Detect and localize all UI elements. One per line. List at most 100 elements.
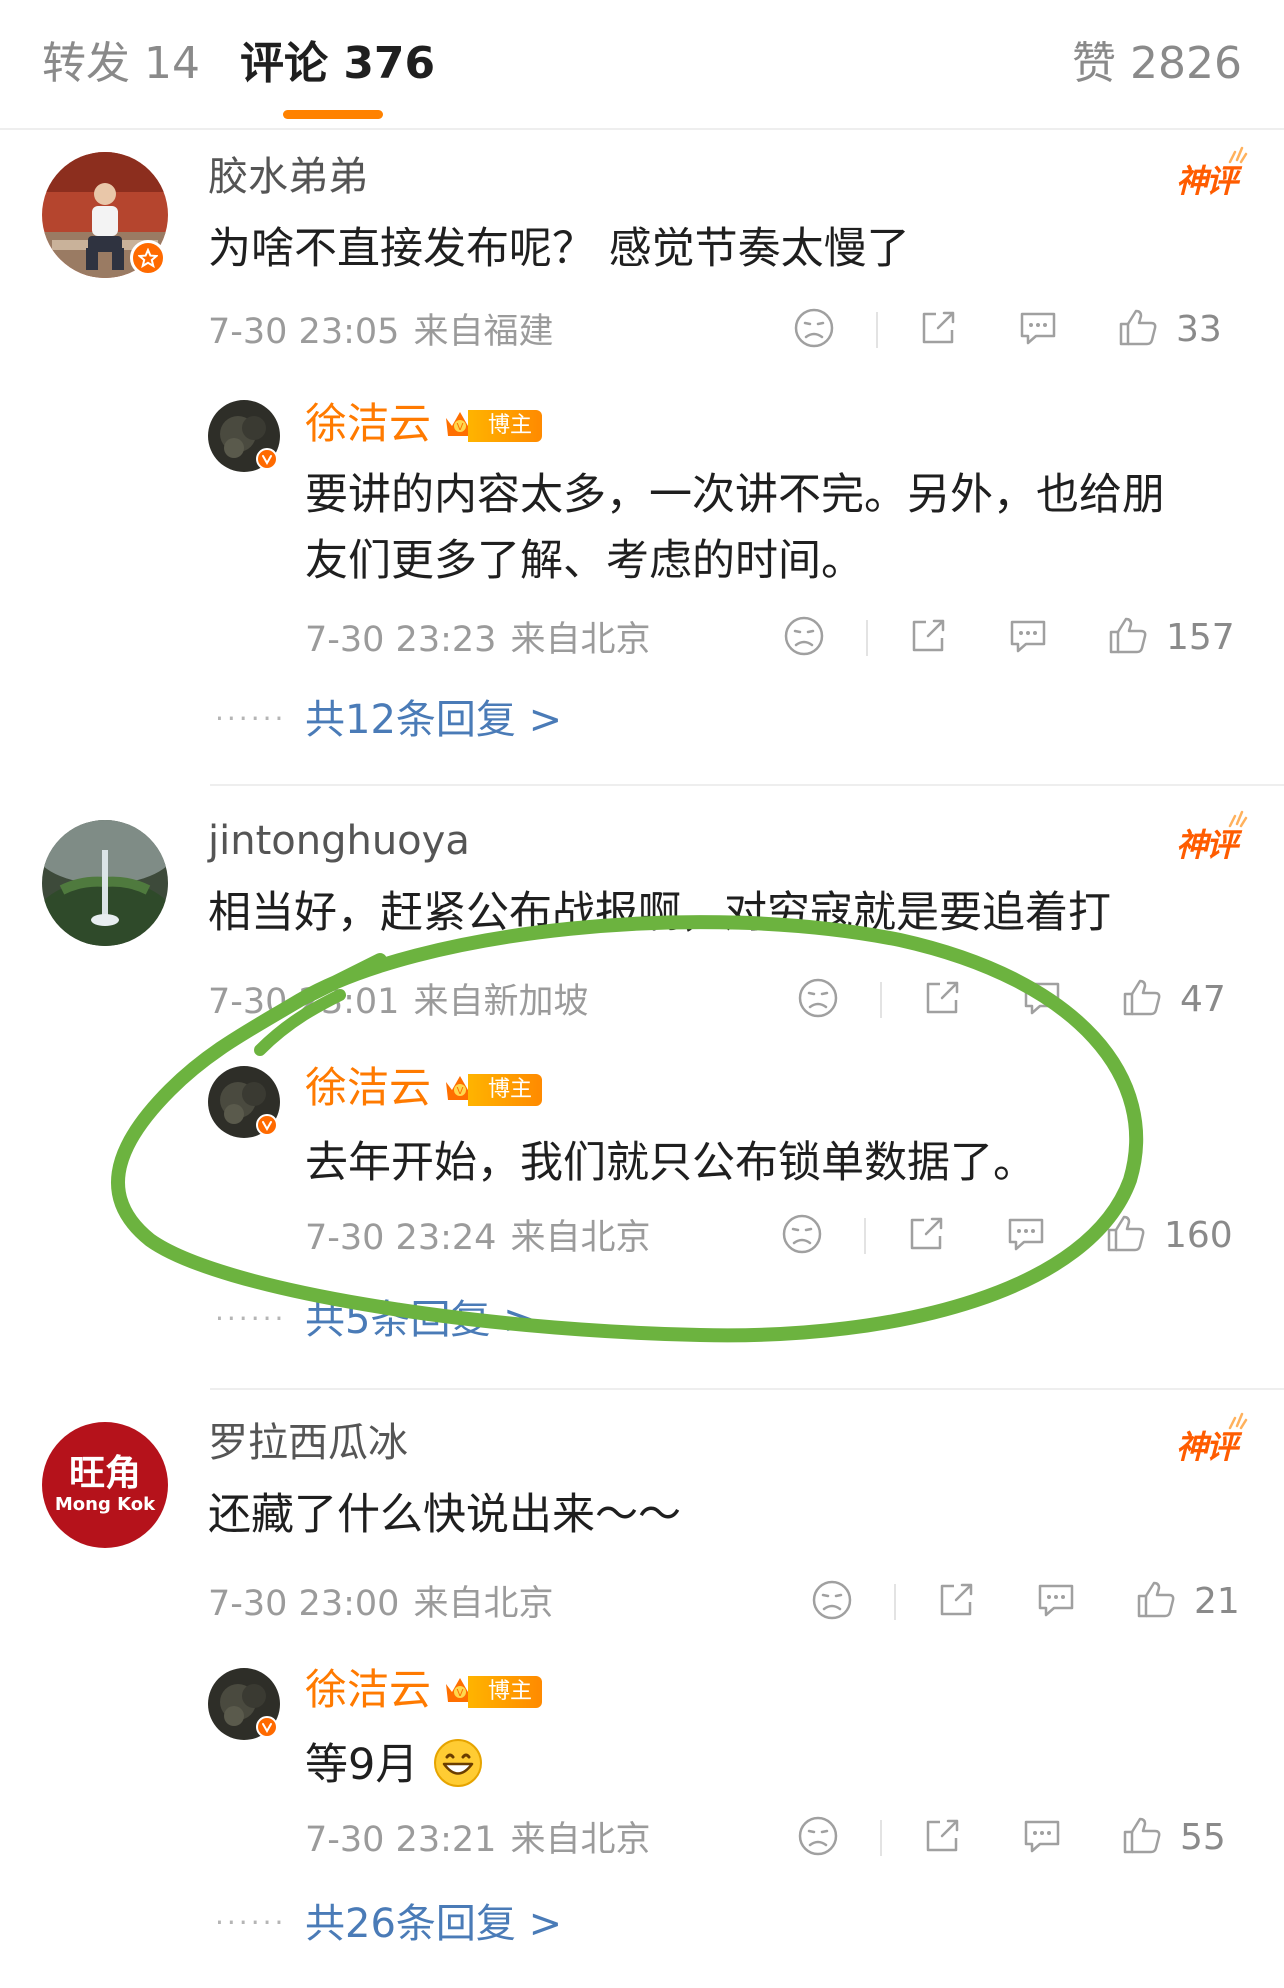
comment-username[interactable]: 罗拉西瓜冰 — [208, 1418, 408, 1468]
reply-username[interactable]: 徐洁云 — [305, 1062, 431, 1114]
comment-meta: 7-30 23:00 来自北京 — [208, 1582, 553, 1626]
like-count: 21 — [1194, 1581, 1240, 1622]
reply-time: 7-30 23:21 — [305, 1820, 497, 1860]
like-icon[interactable] — [1116, 306, 1160, 350]
comment-username[interactable]: jintonghuoya — [208, 816, 470, 866]
avatar-text: 旺角 — [68, 1452, 141, 1494]
spark-icon — [1228, 146, 1248, 164]
reply-text-line: 友们更多了解、考虑的时间。 — [305, 536, 864, 586]
comment-text: 还藏了什么快说出来～～ — [208, 1490, 681, 1540]
dislike-icon[interactable] — [782, 614, 826, 658]
verified-badge-icon — [130, 240, 166, 276]
like-icon[interactable] — [1134, 1578, 1178, 1622]
comment-actions: 21 — [810, 1578, 1242, 1628]
reply-icon[interactable] — [1006, 614, 1050, 658]
spark-icon — [1228, 810, 1248, 828]
like-icon[interactable] — [1104, 1212, 1148, 1256]
hot-comment-badge: 神评 — [1176, 810, 1248, 866]
comment-location: 来自福建 — [413, 312, 554, 352]
reply-icon[interactable] — [1004, 1212, 1048, 1256]
reply-icon[interactable] — [1034, 1578, 1078, 1622]
action-divider — [894, 1584, 896, 1620]
comment-divider — [210, 1388, 1284, 1390]
reply-text: 要讲的内容太多，一次讲不完。另外，也给朋 友们更多了解、考虑的时间。 — [305, 462, 1165, 594]
tab-comments[interactable]: 评论 376 — [240, 34, 435, 94]
action-divider — [880, 982, 882, 1018]
like-icon[interactable] — [1106, 614, 1150, 658]
more-dots: ······ — [215, 1302, 287, 1335]
more-replies-link[interactable]: 共12条回复 > — [305, 694, 562, 746]
action-divider — [880, 1820, 882, 1856]
verified-v-icon — [256, 1716, 278, 1738]
more-replies-link[interactable]: 共5条回复 > — [305, 1294, 537, 1346]
dislike-icon[interactable] — [796, 976, 840, 1020]
reply-time: 7-30 23:24 — [305, 1218, 497, 1258]
blogger-badge: V 博主 — [442, 408, 552, 444]
svg-text:V: V — [457, 422, 464, 433]
tab-likes[interactable]: 赞 2826 — [1072, 34, 1242, 94]
reply-meta: 7-30 23:21 来自北京 — [305, 1818, 650, 1862]
more-replies-link[interactable]: 共26条回复 > — [305, 1898, 562, 1950]
blogger-badge: V 博主 — [442, 1674, 552, 1710]
grinning-emoji-icon — [434, 1739, 483, 1787]
reply-actions: 160 — [780, 1212, 1242, 1262]
reply-actions: 55 — [796, 1814, 1242, 1864]
comment-text: 为啥不直接发布呢？ 感觉节奏太慢了 — [208, 224, 910, 274]
reply-username[interactable]: 徐洁云 — [305, 398, 431, 450]
like-icon[interactable] — [1120, 1814, 1164, 1858]
share-icon[interactable] — [920, 1814, 964, 1858]
reply-text: 去年开始，我们就只公布锁单数据了。 — [305, 1138, 1036, 1188]
like-count: 55 — [1180, 1817, 1226, 1858]
dislike-icon[interactable] — [796, 1814, 840, 1858]
action-divider — [866, 620, 868, 656]
comment-actions: 33 — [792, 306, 1242, 356]
share-icon[interactable] — [906, 614, 950, 658]
share-icon[interactable] — [904, 1212, 948, 1256]
comment-location: 来自北京 — [413, 1584, 554, 1624]
comment-actions: 47 — [796, 976, 1242, 1026]
reply-username[interactable]: 徐洁云 — [305, 1664, 431, 1716]
reply-location: 来自北京 — [510, 1820, 651, 1860]
like-count: 160 — [1164, 1215, 1233, 1256]
like-count: 47 — [1180, 979, 1226, 1020]
verified-v-icon — [256, 448, 278, 470]
reply-text: 等9月 — [305, 1732, 484, 1798]
tab-reposts[interactable]: 转发 14 — [42, 34, 200, 94]
hot-comment-badge: 神评 — [1176, 146, 1248, 202]
active-tab-indicator — [283, 110, 383, 119]
avatar-text: Mong Kok — [54, 1494, 156, 1515]
like-icon[interactable] — [1120, 976, 1164, 1020]
comment-text: 相当好，赶紧公布战报啊，对穷寇就是要追着打 — [208, 888, 1111, 938]
dislike-icon[interactable] — [780, 1212, 824, 1256]
comment-username[interactable]: 胶水弟弟 — [208, 152, 368, 202]
svg-text:V: V — [457, 1086, 464, 1097]
share-icon[interactable] — [916, 306, 960, 350]
reply-icon[interactable] — [1020, 1814, 1064, 1858]
verified-v-icon — [256, 1114, 278, 1136]
share-icon[interactable] — [934, 1578, 978, 1622]
comment-location: 来自新加坡 — [413, 982, 589, 1022]
dislike-icon[interactable] — [792, 306, 836, 350]
svg-text:V: V — [457, 1688, 464, 1699]
like-count: 33 — [1176, 309, 1222, 350]
reply-location: 来自北京 — [510, 1218, 651, 1258]
comment-item: jintonghuoya 神评 相当好，赶紧公布战报啊，对穷寇就是要追着打 7-… — [0, 790, 1284, 1390]
comment-time: 7-30 23:01 — [208, 982, 400, 1022]
reply-meta: 7-30 23:24 来自北京 — [305, 1216, 650, 1260]
comment-item: 胶水弟弟 神评 为啥不直接发布呢？ 感觉节奏太慢了 7-30 23:05 来自福建… — [0, 128, 1284, 788]
reply-icon[interactable] — [1020, 976, 1064, 1020]
hot-comment-badge: 神评 — [1176, 1412, 1248, 1468]
like-count: 157 — [1166, 617, 1235, 658]
more-dots: ······ — [215, 702, 287, 735]
reply-text-line: 要讲的内容太多，一次讲不完。另外，也给朋 — [305, 470, 1165, 520]
reply-actions: 157 — [782, 614, 1242, 664]
share-icon[interactable] — [920, 976, 964, 1020]
comment-time: 7-30 23:00 — [208, 1584, 400, 1624]
comment-meta: 7-30 23:05 来自福建 — [208, 310, 553, 354]
reply-meta: 7-30 23:23 来自北京 — [305, 618, 650, 662]
reply-text-line: 等9月 — [305, 1740, 419, 1790]
comment-divider — [210, 784, 1284, 786]
action-divider — [864, 1218, 866, 1254]
dislike-icon[interactable] — [810, 1578, 854, 1622]
reply-icon[interactable] — [1016, 306, 1060, 350]
